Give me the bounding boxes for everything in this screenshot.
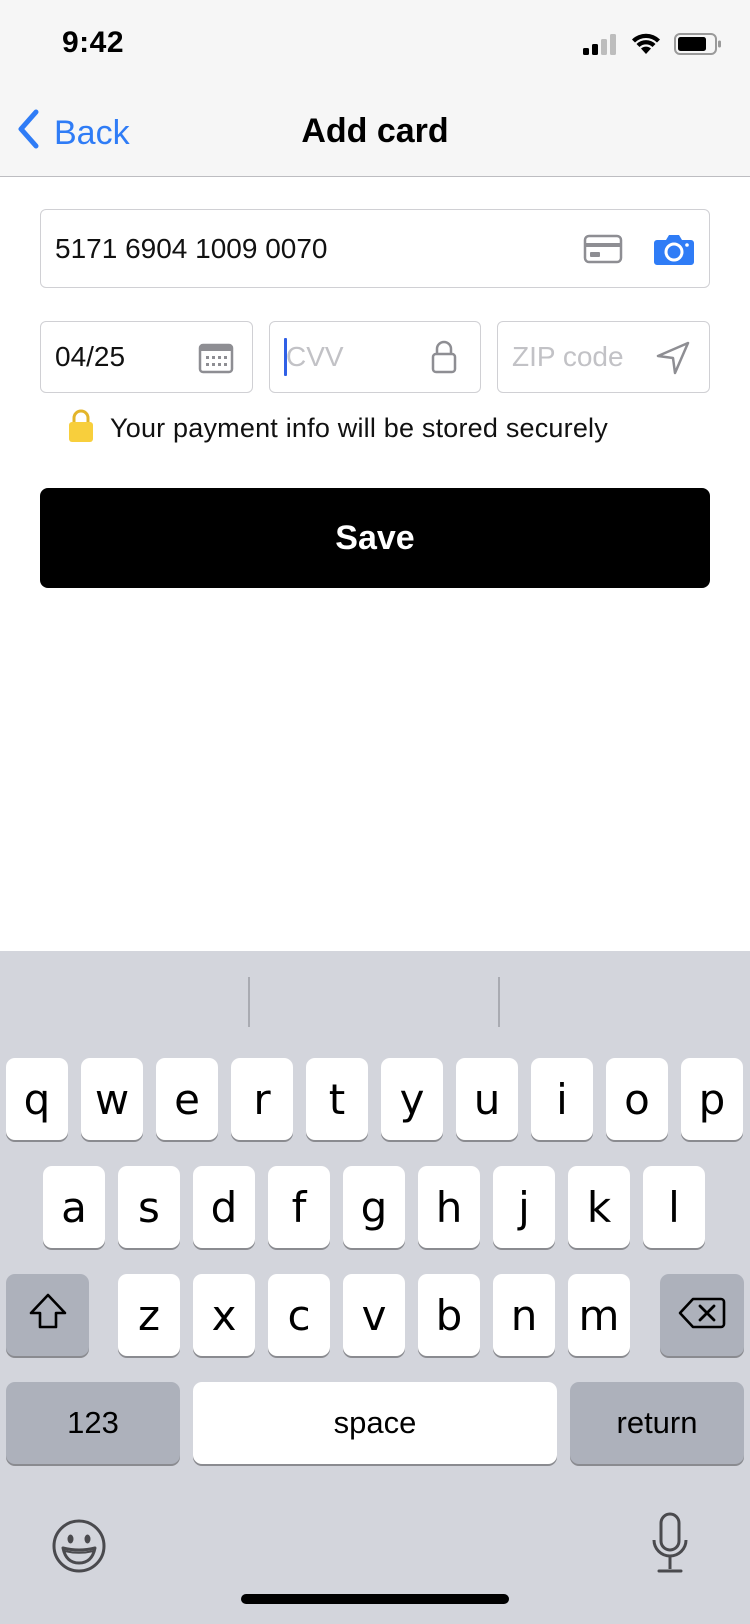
shift-icon	[28, 1291, 68, 1340]
key-c[interactable]: c	[268, 1274, 330, 1356]
status-icons	[582, 32, 722, 61]
secure-note: Your payment info will be stored securel…	[68, 408, 608, 448]
card-number-field[interactable]	[40, 209, 710, 288]
cvv-field[interactable]	[269, 321, 481, 393]
return-key[interactable]: return	[570, 1382, 744, 1464]
shift-key[interactable]	[6, 1274, 89, 1356]
calendar-icon	[196, 340, 236, 376]
secure-note-text: Your payment info will be stored securel…	[110, 412, 608, 443]
key-x[interactable]: x	[193, 1274, 255, 1356]
key-e[interactable]: e	[156, 1058, 218, 1140]
cvv-input[interactable]	[286, 338, 426, 376]
wifi-icon	[630, 32, 662, 61]
key-h[interactable]: h	[418, 1166, 480, 1248]
key-v[interactable]: v	[343, 1274, 405, 1356]
battery-icon	[674, 32, 722, 61]
credit-card-icon	[581, 230, 625, 268]
save-button[interactable]: Save	[40, 488, 710, 588]
key-s[interactable]: s	[118, 1166, 180, 1248]
key-t[interactable]: t	[306, 1058, 368, 1140]
zip-code-field[interactable]	[497, 321, 710, 393]
key-m[interactable]: m	[568, 1274, 630, 1356]
suggestion-divider	[248, 977, 250, 1027]
key-z[interactable]: z	[118, 1274, 180, 1356]
keyboard: q w e r t y u i o p a s d f g h j k l z …	[0, 951, 750, 1624]
page-title: Add card	[301, 112, 449, 150]
status-time: 9:42	[62, 26, 125, 59]
key-l[interactable]: l	[643, 1166, 705, 1248]
emoji-icon[interactable]	[50, 1517, 108, 1575]
status-bar: 9:42	[0, 0, 750, 90]
key-y[interactable]: y	[381, 1058, 443, 1140]
key-p[interactable]: p	[681, 1058, 743, 1140]
key-n[interactable]: n	[493, 1274, 555, 1356]
zip-code-input[interactable]	[512, 338, 652, 376]
key-d[interactable]: d	[193, 1166, 255, 1248]
key-o[interactable]: o	[606, 1058, 668, 1140]
key-u[interactable]: u	[456, 1058, 518, 1140]
expiry-date-input[interactable]	[55, 338, 195, 376]
key-q[interactable]: q	[6, 1058, 68, 1140]
navigation-bar: Back Add card	[0, 90, 750, 177]
suggestion-divider	[498, 977, 500, 1027]
key-i[interactable]: i	[531, 1058, 593, 1140]
numbers-key[interactable]: 123	[6, 1382, 180, 1464]
location-arrow-icon[interactable]	[654, 339, 692, 377]
card-number-input[interactable]	[55, 230, 535, 268]
key-w[interactable]: w	[81, 1058, 143, 1140]
key-a[interactable]: a	[43, 1166, 105, 1248]
delete-icon	[678, 1291, 726, 1340]
key-k[interactable]: k	[568, 1166, 630, 1248]
cellular-signal-icon	[582, 33, 618, 60]
lock-icon	[428, 337, 460, 377]
key-b[interactable]: b	[418, 1274, 480, 1356]
key-r[interactable]: r	[231, 1058, 293, 1140]
microphone-icon[interactable]	[650, 1511, 690, 1577]
key-j[interactable]: j	[493, 1166, 555, 1248]
camera-icon[interactable]	[651, 230, 697, 268]
home-indicator[interactable]	[241, 1594, 509, 1604]
key-g[interactable]: g	[343, 1166, 405, 1248]
padlock-icon	[68, 409, 94, 448]
delete-key[interactable]	[660, 1274, 744, 1356]
expiry-date-field[interactable]	[40, 321, 253, 393]
space-key[interactable]: space	[193, 1382, 557, 1464]
key-f[interactable]: f	[268, 1166, 330, 1248]
